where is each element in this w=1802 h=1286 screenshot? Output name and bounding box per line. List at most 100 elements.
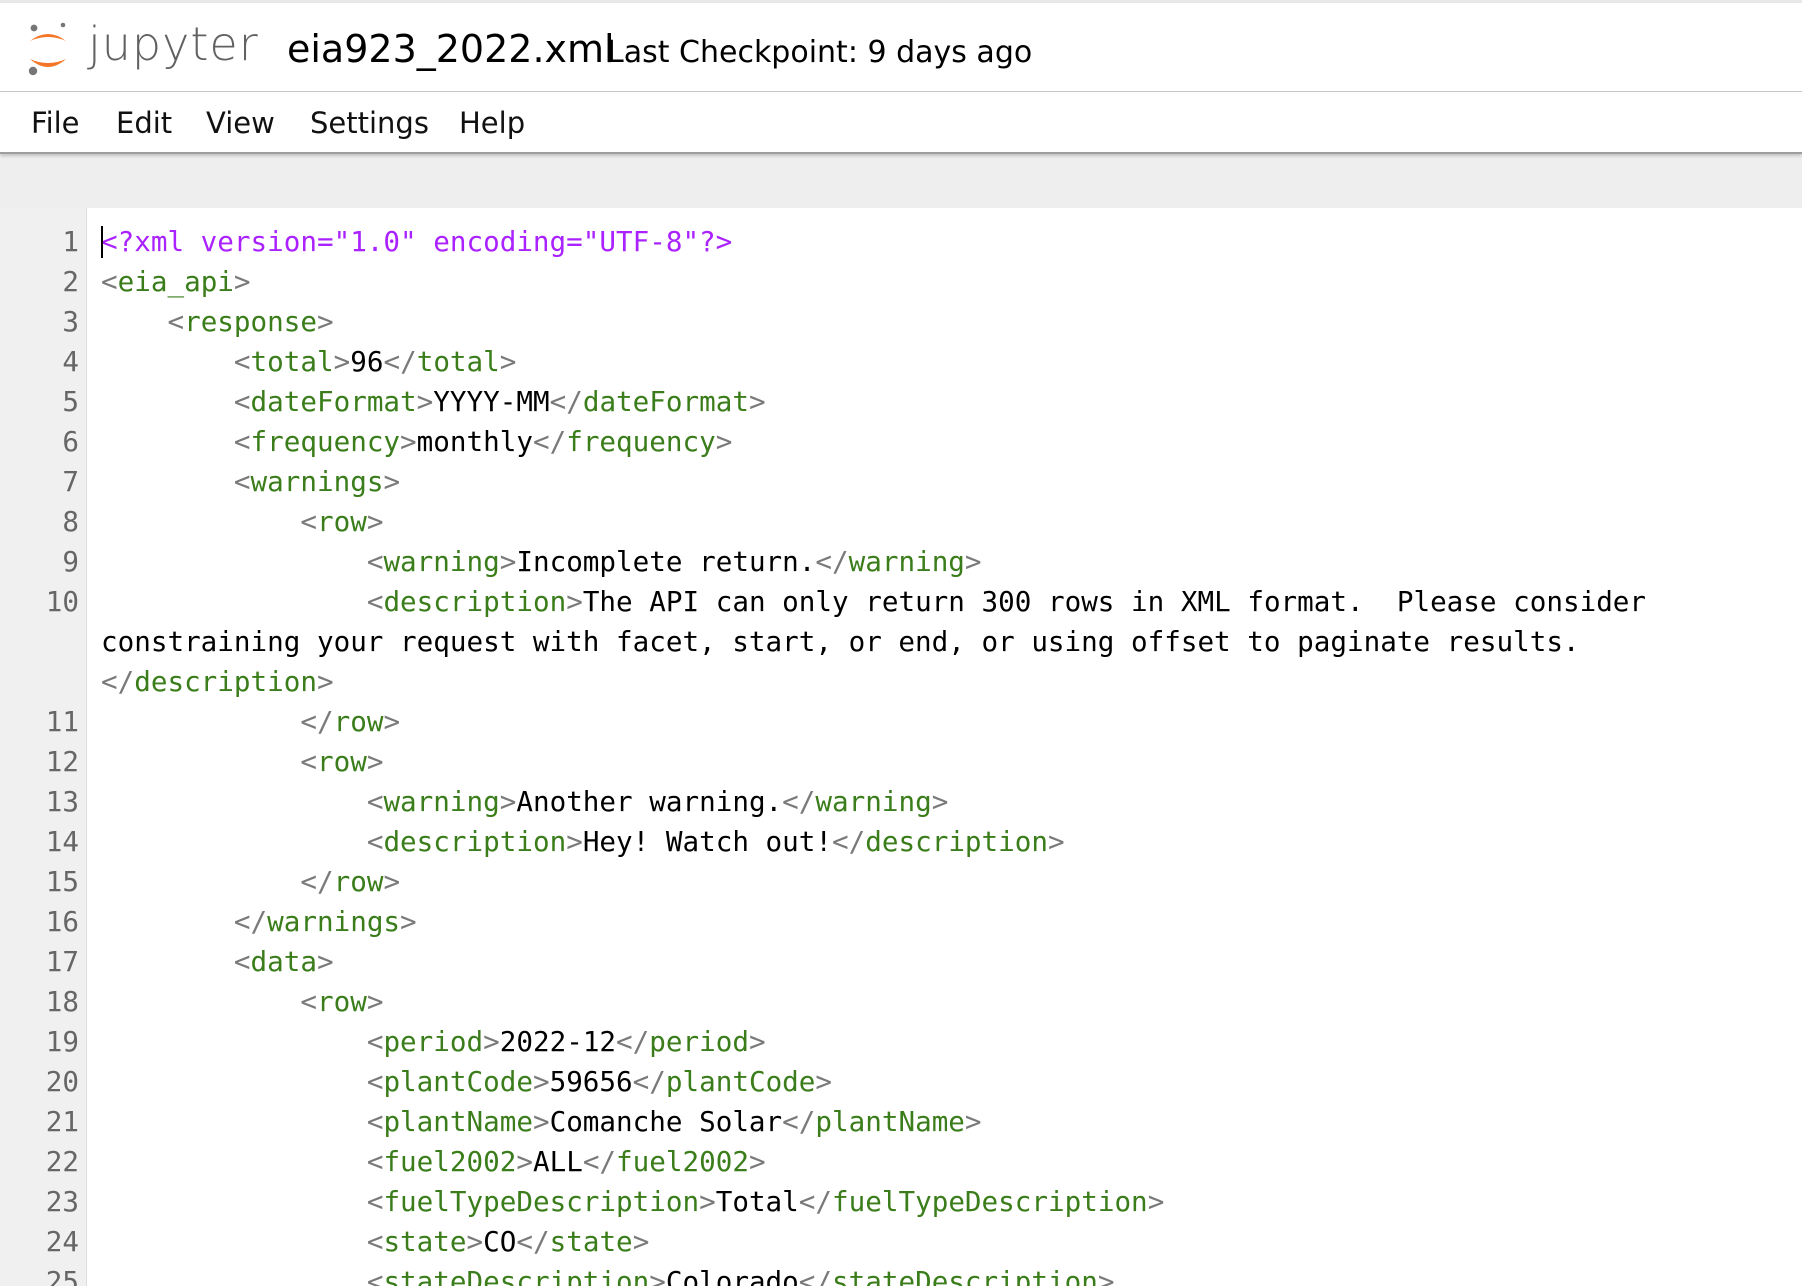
menu-help[interactable]: Help (459, 106, 525, 140)
line-number: 5 (62, 385, 79, 418)
line-number: 21 (45, 1105, 79, 1138)
menu-edit[interactable]: Edit (116, 106, 172, 140)
line-number: 18 (45, 985, 79, 1018)
tag-name: description (383, 585, 567, 618)
code-line[interactable]: 4 <total>96</total> (0, 342, 1802, 382)
line-content: <plantName>Comanche Solar</plantName> (101, 1102, 1791, 1142)
jupyter-logo-icon[interactable] (26, 19, 78, 81)
menu-settings[interactable]: Settings (310, 106, 429, 140)
element-value: monthly (416, 425, 533, 458)
tag-bracket: > (964, 1105, 982, 1138)
code-line[interactable]: 20 <plantCode>59656</plantCode> (0, 1062, 1802, 1102)
element-value: constraining your request with facet, st… (101, 625, 1580, 658)
code-line[interactable]: 17 <data> (0, 942, 1802, 982)
code-line[interactable]: 19 <period>2022-12</period> (0, 1022, 1802, 1062)
tag-name: stateDescription (832, 1265, 1098, 1286)
tag-bracket: < (366, 1185, 384, 1218)
code-line[interactable]: 23 <fuelTypeDescription>Total</fuelTypeD… (0, 1182, 1802, 1222)
document-title[interactable]: eia923_2022.xml (287, 27, 615, 71)
line-content: <fuel2002>ALL</fuel2002> (101, 1142, 1791, 1182)
element-value: Colorado (665, 1265, 799, 1286)
text-editor[interactable]: 1 <?xml version="1.0" encoding="UTF-8"?> 2… (0, 208, 1802, 1286)
tag-bracket: > (233, 265, 251, 298)
code-line[interactable]: 9 <warning>Incomplete return.</warning> (0, 542, 1802, 582)
tag-bracket: </ (516, 1225, 550, 1258)
code-line[interactable]: 15 </row> (0, 862, 1802, 902)
code-line[interactable]: 6 <frequency>monthly</frequency> (0, 422, 1802, 462)
line-number: 11 (45, 705, 79, 738)
code-area[interactable]: 1 <?xml version="1.0" encoding="UTF-8"?> 2… (0, 222, 1802, 1286)
tag-bracket: < (233, 385, 251, 418)
tag-name: state (549, 1225, 633, 1258)
code-line[interactable]: 3 <response> (0, 302, 1802, 342)
code-line[interactable]: 5 <dateFormat>YYYY-MM</dateFormat> (0, 382, 1802, 422)
code-line[interactable]: 2 <eia_api> (0, 262, 1802, 302)
element-value: Another warning. (516, 785, 783, 818)
line-number: 16 (45, 905, 79, 938)
tag-name: plantCode (383, 1065, 533, 1098)
tag-bracket: > (748, 1145, 766, 1178)
code-line[interactable]: 12 <row> (0, 742, 1802, 782)
line-number: 19 (45, 1025, 79, 1058)
line-content: <dateFormat>YYYY-MM</dateFormat> (101, 382, 1791, 422)
element-value: ALL (532, 1145, 583, 1178)
tag-name: state (383, 1225, 467, 1258)
code-line[interactable]: 25 <stateDescription>Colorado</stateDesc… (0, 1262, 1802, 1286)
menu-view[interactable]: View (206, 106, 275, 140)
code-line[interactable]: 11 </row> (0, 702, 1802, 742)
wrapped-line-content: constraining your request with facet, st… (101, 622, 1791, 662)
tag-bracket: > (1147, 1185, 1165, 1218)
line-content: <row> (101, 502, 1791, 542)
tag-name: data (250, 945, 317, 978)
tag-bracket: > (1048, 825, 1065, 858)
code-line[interactable]: 22 <fuel2002>ALL</fuel2002> (0, 1142, 1802, 1182)
line-content: <fuelTypeDescription>Total</fuelTypeDesc… (101, 1182, 1791, 1222)
code-line[interactable]: 13 <warning>Another warning.</warning> (0, 782, 1802, 822)
last-checkpoint-status: Last Checkpoint: 9 days ago (607, 35, 1033, 70)
tag-bracket: > (483, 1025, 500, 1058)
line-content: <row> (101, 742, 1791, 782)
line-content: <frequency>monthly</frequency> (101, 422, 1791, 462)
line-number: 24 (45, 1225, 79, 1258)
tag-name: period (649, 1025, 749, 1058)
menu-file[interactable]: File (31, 106, 80, 140)
tag-bracket: > (931, 785, 949, 818)
tag-name: dateFormat (582, 385, 749, 418)
code-line[interactable]: 24 <state>CO</state> (0, 1222, 1802, 1262)
line-content: <plantCode>59656</plantCode> (101, 1062, 1791, 1102)
tag-name: warning (848, 545, 965, 578)
code-line[interactable]: 18 <row> (0, 982, 1802, 1022)
tag-bracket: > (400, 425, 417, 458)
line-number: 25 (45, 1265, 79, 1286)
line-number: 17 (45, 945, 79, 978)
code-line[interactable]: 10 <description>The API can only return … (0, 582, 1802, 702)
line-number: 3 (62, 305, 79, 338)
line-content: </warnings> (101, 902, 1791, 942)
code-line[interactable]: 8 <row> (0, 502, 1802, 542)
tag-bracket: < (366, 1265, 384, 1286)
line-number: 7 (62, 465, 79, 498)
line-content: <stateDescription>Colorado</stateDescrip… (101, 1262, 1791, 1286)
line-number: 1 (62, 225, 79, 258)
code-line[interactable]: 14 <description>Hey! Watch out!</descrip… (0, 822, 1802, 862)
line-content: <period>2022-12</period> (101, 1022, 1791, 1062)
code-line[interactable]: 21 <plantName>Comanche Solar</plantName> (0, 1102, 1802, 1142)
tag-name: frequency (566, 425, 716, 458)
tag-name: period (383, 1025, 484, 1058)
code-line[interactable]: 16 </warnings> (0, 902, 1802, 942)
tag-bracket: </ (532, 425, 567, 458)
tag-name: fuel2002 (383, 1145, 517, 1178)
line-number: 14 (45, 825, 79, 858)
code-line[interactable]: 1 <?xml version="1.0" encoding="UTF-8"?> (0, 222, 1802, 262)
code-line[interactable]: 7 <warnings> (0, 462, 1802, 502)
element-value: CO (483, 1225, 517, 1258)
tag-name: description (865, 825, 1048, 858)
